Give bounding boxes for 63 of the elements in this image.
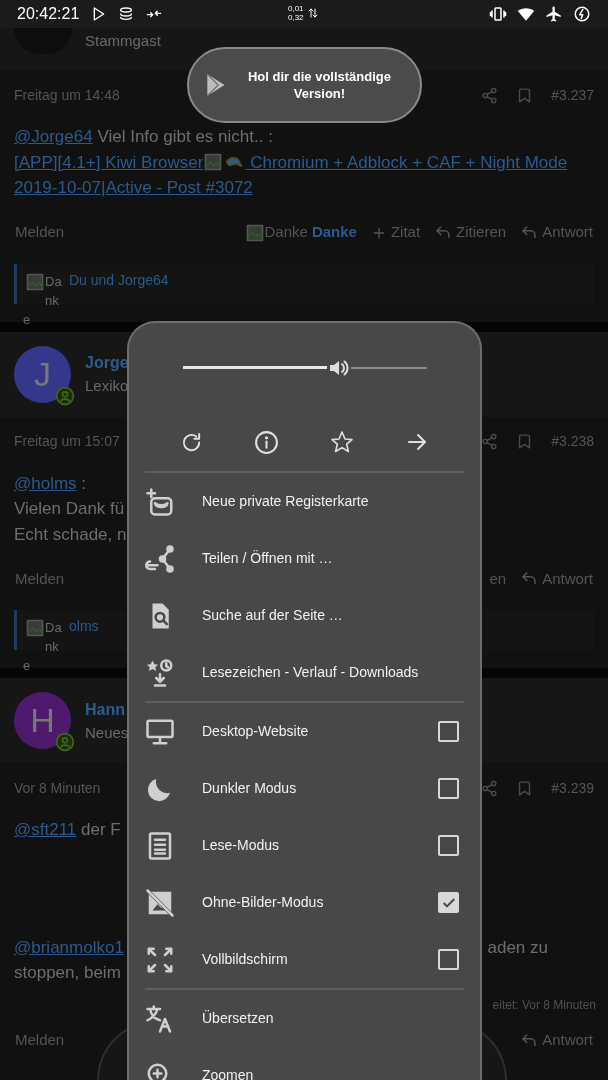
image-alt-text: e bbox=[23, 310, 32, 329]
post-text: : bbox=[80, 472, 87, 495]
menu-item[interactable]: Vollbildschirm bbox=[145, 931, 464, 988]
user-name[interactable]: Jorge bbox=[85, 353, 129, 373]
post-text: Echt schade, n bbox=[14, 523, 127, 546]
menu-item[interactable]: Suche auf der Seite … bbox=[145, 587, 464, 644]
avatar-initial: J bbox=[34, 353, 51, 395]
reply-button[interactable]: Antwort bbox=[520, 221, 593, 244]
edited-note: eitet: Vor 8 Minuten bbox=[492, 996, 596, 1014]
thanks-button[interactable]: Danke Danke bbox=[244, 221, 357, 244]
post-date: Freitag um 15:07 bbox=[14, 432, 120, 451]
post-date: Freitag um 14:48 bbox=[14, 85, 120, 105]
image-alt-text: Da bbox=[45, 619, 63, 637]
menu-item[interactable]: Übersetzen bbox=[145, 990, 464, 1047]
cite-button[interactable]: Zitieren bbox=[434, 221, 507, 244]
link[interactable]: 2019-10-07|Active - Post #3072 bbox=[14, 175, 253, 201]
post-text: stoppen, beim bbox=[14, 962, 121, 984]
image-alt-text: nk bbox=[45, 638, 60, 656]
user-role: Stammgast bbox=[85, 31, 161, 51]
download-speed: 0,32 bbox=[288, 13, 304, 22]
user-role: Neues bbox=[85, 723, 129, 742]
link[interactable]: @brianmolko1 bbox=[14, 934, 124, 960]
post-text: aden zu bbox=[487, 936, 548, 959]
menu-item[interactable]: Lese-Modus bbox=[145, 817, 464, 874]
post-number[interactable]: #3.239 bbox=[551, 777, 594, 799]
image-alt-text: nk bbox=[45, 291, 60, 310]
menu-item[interactable]: Desktop-Website bbox=[145, 703, 464, 760]
post-text: der F bbox=[80, 819, 121, 841]
report-link[interactable]: Melden bbox=[15, 567, 65, 591]
quote-button[interactable]: Zitat bbox=[370, 221, 421, 244]
reply-button[interactable]: Antwort bbox=[520, 567, 593, 591]
user-avatar[interactable]: J bbox=[14, 345, 71, 403]
reactions-text[interactable]: Du und Jorge64 bbox=[69, 269, 169, 291]
menu-item[interactable]: Zoomen bbox=[145, 1047, 464, 1080]
upload-speed: 0,01 bbox=[288, 4, 304, 13]
link[interactable]: Chromium + Adblock + CAF + Night Mode bbox=[245, 149, 568, 175]
link[interactable]: @Jorge64 bbox=[14, 124, 93, 150]
link[interactable]: [APP][4.1+] Kiwi Browser bbox=[14, 149, 204, 175]
reactions-text[interactable]: olms bbox=[69, 616, 99, 637]
report-link[interactable]: Melden bbox=[15, 1029, 65, 1052]
user-role: Lexiko bbox=[85, 377, 129, 395]
toast-message: Hol dir die vollständige Version! bbox=[247, 68, 392, 102]
post-number[interactable]: #3.237 bbox=[551, 84, 594, 106]
link[interactable]: @holms bbox=[14, 470, 77, 496]
user-name[interactable]: Hann bbox=[85, 699, 129, 720]
menu-item[interactable]: Dunkler Modus bbox=[145, 760, 464, 817]
post-text: Vielen Dank fü bbox=[14, 498, 125, 520]
image-alt-text: Da bbox=[45, 272, 63, 291]
menu-item[interactable]: Neue private Registerkarte bbox=[145, 473, 464, 530]
cite-button[interactable]: en bbox=[489, 567, 507, 591]
clock: 20:42:21 bbox=[17, 4, 80, 24]
menu-item[interactable]: Ohne-Bilder-Modus bbox=[145, 874, 464, 931]
image-alt-text: e bbox=[23, 657, 32, 675]
reply-button[interactable]: Antwort bbox=[520, 1029, 593, 1052]
avatar-initial: H bbox=[30, 700, 55, 741]
menu-item[interactable]: Teilen / Öffnen mit … bbox=[145, 530, 464, 587]
menu-item[interactable]: Lesezeichen - Verlauf - Downloads bbox=[145, 644, 464, 701]
user-avatar[interactable]: H bbox=[14, 692, 71, 749]
link[interactable]: @sft211 bbox=[14, 817, 77, 843]
post-number[interactable]: #3.238 bbox=[551, 431, 594, 452]
post-text: Viel Info gibt es nicht.. : bbox=[96, 126, 273, 148]
report-link[interactable]: Melden bbox=[15, 221, 65, 244]
post-date: Vor 8 Minuten bbox=[14, 778, 101, 798]
